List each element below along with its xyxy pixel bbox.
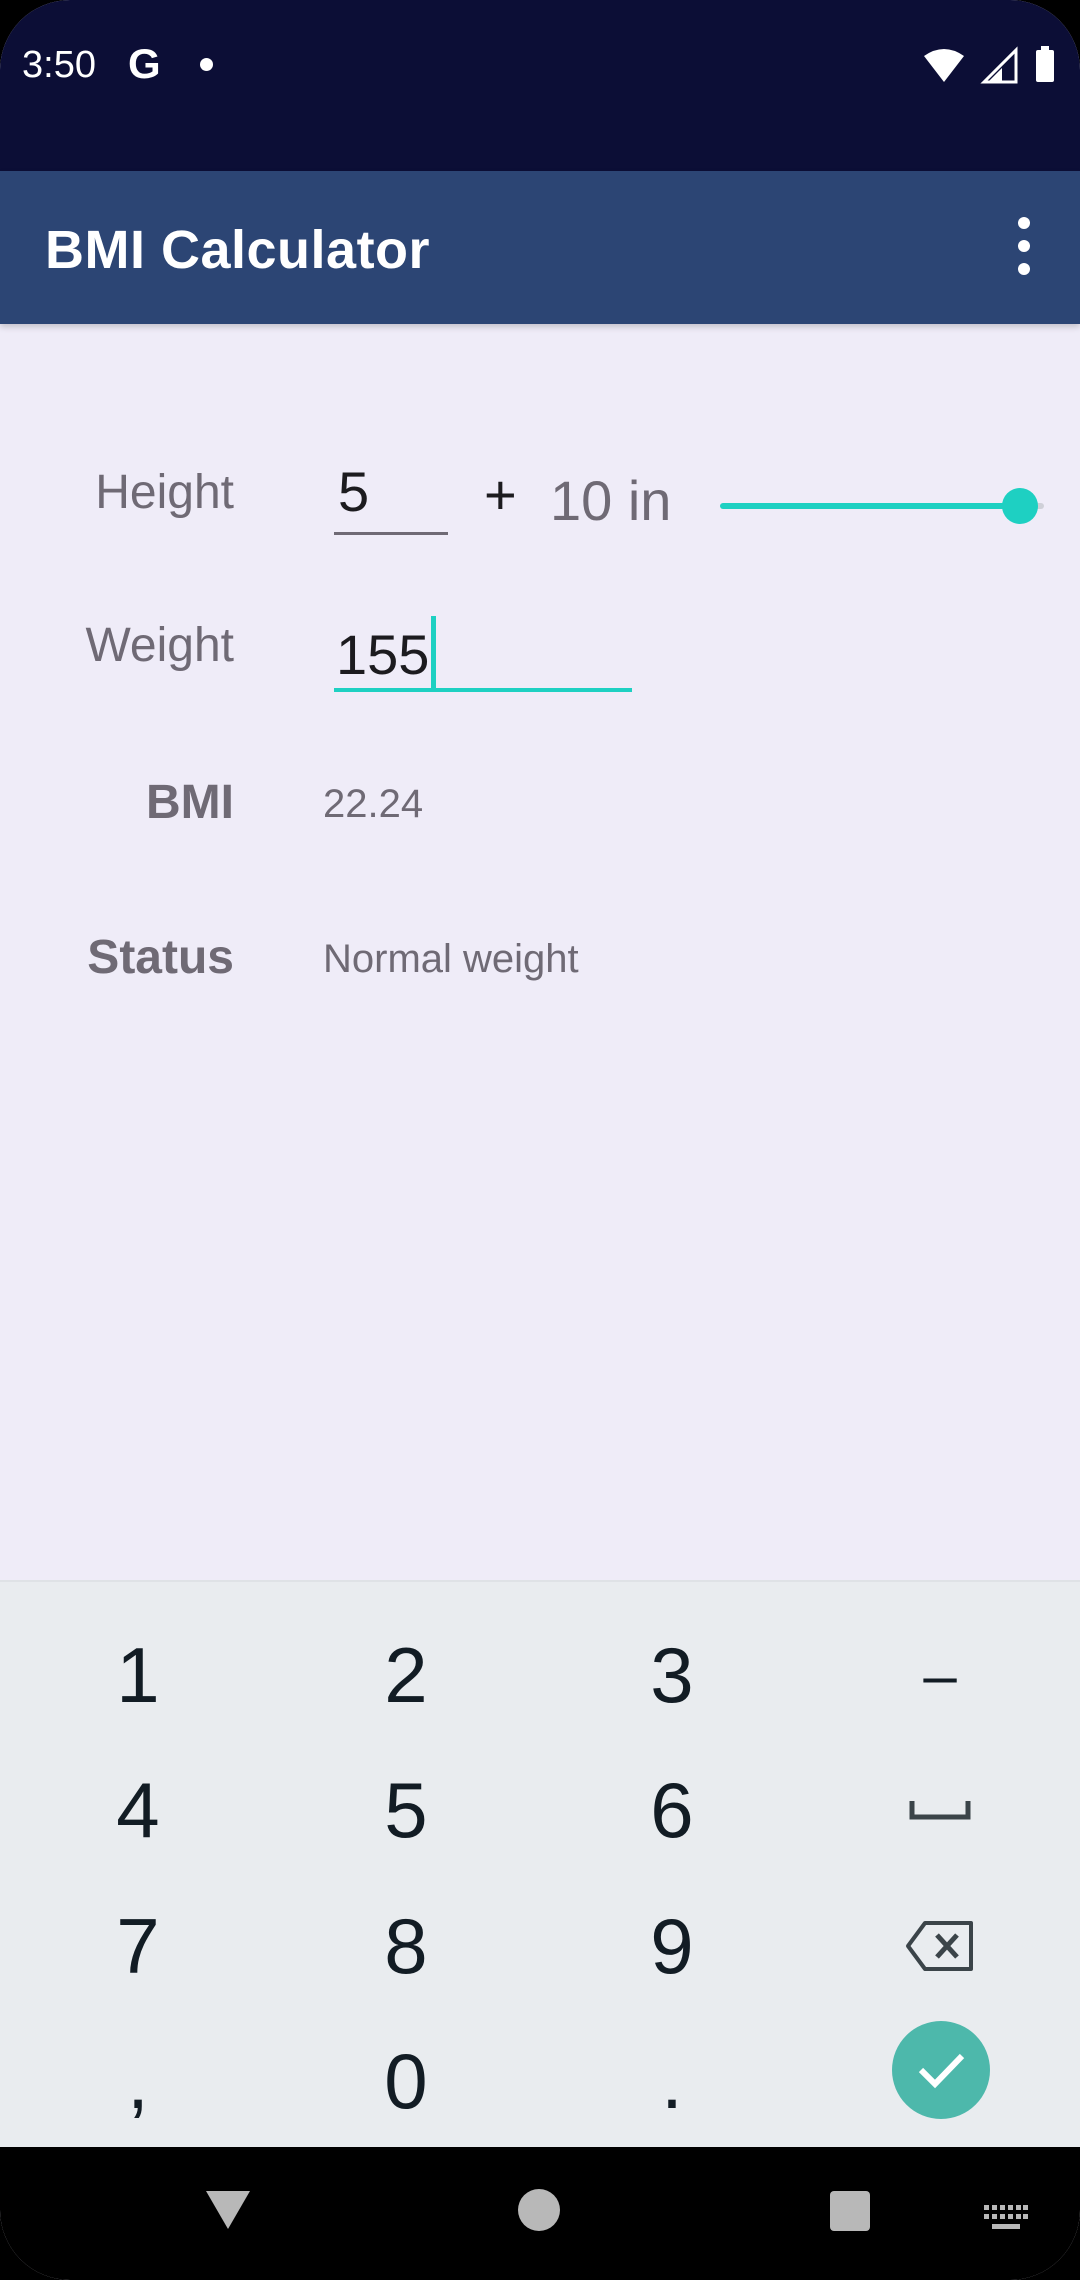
weight-input[interactable]: 155 — [334, 608, 632, 692]
phone-screen: 3:50 G BMI Calculator Height 5 + 10 in W… — [0, 0, 1080, 2280]
status-time: 3:50 — [22, 44, 96, 86]
status-value: Normal weight — [323, 937, 579, 981]
height-label: Height — [95, 466, 234, 519]
notification-dot-icon — [200, 58, 213, 71]
space-bar-icon — [909, 1801, 971, 1820]
app-bar: BMI Calculator — [0, 171, 1080, 324]
keyboard-switch-icon[interactable] — [984, 2205, 1028, 2231]
key-backspace[interactable] — [805, 1878, 1075, 2014]
bmi-label: BMI — [146, 776, 234, 829]
numeric-keyboard: 1 2 3 – 4 5 6 7 8 9 , 0 . — [0, 1580, 1080, 2149]
key-0[interactable]: 0 — [271, 2013, 541, 2149]
wifi-icon — [924, 49, 964, 82]
key-4[interactable]: 4 — [3, 1742, 273, 1878]
key-8[interactable]: 8 — [271, 1878, 541, 2014]
key-comma[interactable]: , — [3, 2013, 273, 2149]
status-bar: 3:50 G — [0, 0, 1080, 171]
done-button[interactable] — [892, 2021, 990, 2119]
key-minus[interactable]: – — [805, 1607, 1075, 1743]
height-inches-slider[interactable] — [718, 486, 1046, 526]
app-title: BMI Calculator — [45, 220, 431, 280]
key-period[interactable]: . — [537, 2013, 807, 2149]
google-icon: G — [128, 40, 161, 87]
more-vert-icon — [1018, 217, 1030, 229]
key-1[interactable]: 1 — [3, 1607, 273, 1743]
navigation-bar — [0, 2147, 1080, 2280]
key-2[interactable]: 2 — [271, 1607, 541, 1743]
status-label: Status — [87, 931, 234, 984]
plus-sign: + — [484, 463, 517, 526]
weight-value: 155 — [336, 623, 430, 686]
bmi-value: 22.24 — [323, 782, 424, 826]
home-circle-icon[interactable] — [518, 2189, 560, 2231]
check-icon — [918, 2053, 965, 2089]
text-cursor — [431, 616, 437, 690]
weight-label: Weight — [85, 619, 234, 672]
key-9[interactable]: 9 — [537, 1878, 807, 2014]
battery-icon — [1036, 50, 1054, 82]
slider-thumb[interactable] — [1002, 488, 1038, 524]
recents-square-icon[interactable] — [830, 2191, 870, 2231]
back-triangle-icon[interactable] — [204, 2189, 252, 2231]
slider-track-active — [720, 503, 1020, 509]
status-icons — [924, 46, 1054, 84]
height-inches-text: 10 in — [550, 469, 672, 532]
key-6[interactable]: 6 — [537, 1742, 807, 1878]
key-space[interactable] — [805, 1742, 1075, 1878]
key-5[interactable]: 5 — [271, 1742, 541, 1878]
backspace-icon — [906, 1921, 973, 1971]
key-3[interactable]: 3 — [537, 1607, 807, 1743]
overflow-menu-button[interactable] — [1004, 211, 1044, 285]
key-7[interactable]: 7 — [3, 1878, 273, 2014]
height-feet-input[interactable]: 5 — [334, 455, 448, 535]
